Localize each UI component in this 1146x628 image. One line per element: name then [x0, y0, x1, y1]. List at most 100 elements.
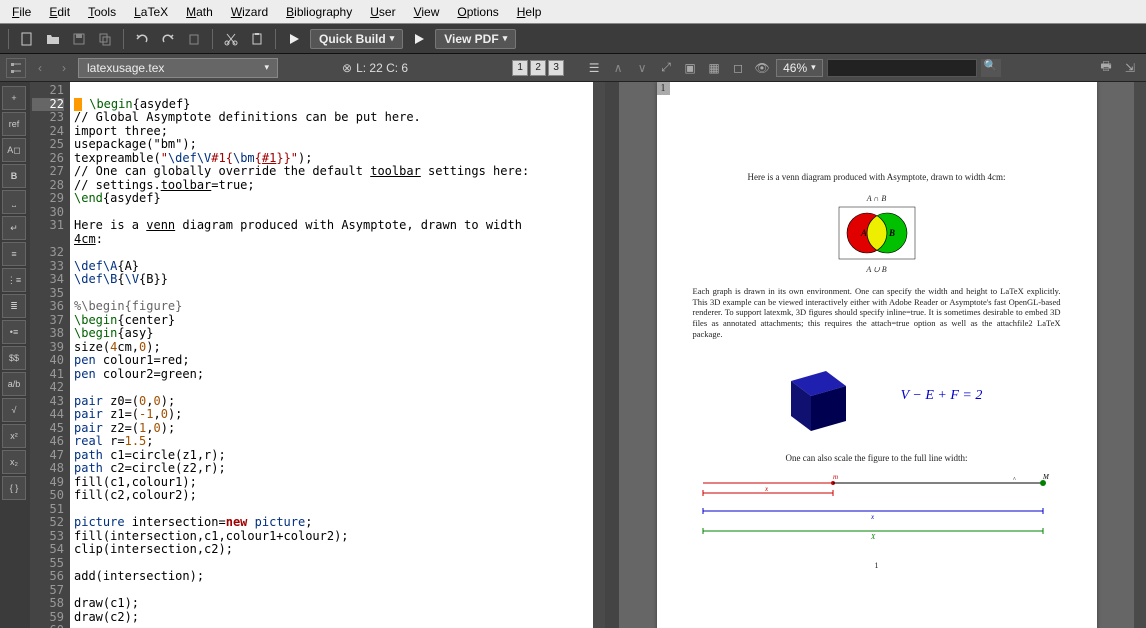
code-editor[interactable]: \begin{asydef}// Global Asymptote defini… — [70, 82, 593, 628]
nav-fwd-icon[interactable]: › — [54, 58, 74, 78]
code-line[interactable]: pair z0=(0,0); — [74, 395, 589, 409]
menu-tools[interactable]: Tools — [80, 3, 124, 21]
save-icon[interactable] — [69, 29, 89, 49]
emph-icon[interactable]: ⎵ — [2, 190, 26, 214]
fit-icon[interactable]: ⤢ — [656, 58, 676, 78]
pdf-preview[interactable]: 1 Here is a venn diagram produced with A… — [619, 82, 1134, 628]
code-line[interactable] — [74, 381, 589, 395]
code-line[interactable]: usepackage("bm"); — [74, 138, 589, 152]
code-line[interactable]: picture intersection=new picture; — [74, 516, 589, 530]
menu-latex[interactable]: LaTeX — [126, 3, 176, 21]
code-line[interactable] — [74, 503, 589, 517]
crop1-icon[interactable]: ▣ — [680, 58, 700, 78]
code-line[interactable] — [74, 557, 589, 571]
cut-icon[interactable] — [221, 29, 241, 49]
list2-icon[interactable]: ⋮≡ — [2, 268, 26, 292]
code-line[interactable]: texpreamble("\def\V#1{\bm{#1}}"); — [74, 152, 589, 166]
open-icon[interactable] — [43, 29, 63, 49]
code-line[interactable]: real r=1.5; — [74, 435, 589, 449]
code-line[interactable]: \def\B{\V{B}} — [74, 273, 589, 287]
list1-icon[interactable]: ≡ — [2, 242, 26, 266]
eye-icon[interactable]: 👁 — [752, 58, 772, 78]
search-input[interactable] — [827, 59, 977, 77]
item-icon[interactable]: •≡ — [2, 320, 26, 344]
code-line[interactable]: // settings.toolbar=true; — [74, 179, 589, 193]
copy-icon[interactable] — [95, 29, 115, 49]
paste-icon[interactable] — [247, 29, 267, 49]
newline-icon[interactable]: ↵ — [2, 216, 26, 240]
zoom-dropdown[interactable]: 46% — [776, 59, 823, 77]
crop2-icon[interactable]: ▦ — [704, 58, 724, 78]
brace-icon[interactable]: { } — [2, 476, 26, 500]
code-line[interactable]: import three; — [74, 125, 589, 139]
code-line[interactable]: // One can globally override the default… — [74, 165, 589, 179]
code-line[interactable]: pair z2=(1,0); — [74, 422, 589, 436]
code-line[interactable]: pen colour2=green; — [74, 368, 589, 382]
menu-edit[interactable]: Edit — [41, 3, 78, 21]
play-icon-2[interactable] — [409, 29, 429, 49]
code-line[interactable]: clip(intersection,c2); — [74, 543, 589, 557]
code-line[interactable] — [74, 584, 589, 598]
menu-wizard[interactable]: Wizard — [223, 3, 276, 21]
frac-icon[interactable]: a/b — [2, 372, 26, 396]
code-line[interactable]: pen colour1=red; — [74, 354, 589, 368]
preview-scrollbar[interactable] — [1134, 82, 1146, 628]
menu-view[interactable]: View — [406, 3, 448, 21]
down-icon[interactable]: ∨ — [632, 58, 652, 78]
sqrt-icon[interactable]: √ — [2, 398, 26, 422]
play-icon[interactable] — [284, 29, 304, 49]
redo-icon[interactable] — [158, 29, 178, 49]
menu-options[interactable]: Options — [449, 3, 506, 21]
code-line[interactable]: // Global Asymptote definitions can be p… — [74, 111, 589, 125]
code-line[interactable]: add(intersection); — [74, 570, 589, 584]
code-line[interactable]: Here is a venn diagram produced with Asy… — [74, 219, 589, 246]
code-line[interactable]: size(4cm,0); — [74, 341, 589, 355]
crop3-icon[interactable]: ◻ — [728, 58, 748, 78]
code-line[interactable] — [74, 246, 589, 260]
sub-icon[interactable]: x₂ — [2, 450, 26, 474]
page-1-btn[interactable]: 1 — [512, 60, 528, 76]
structure-icon[interactable] — [6, 58, 26, 78]
code-line[interactable]: \end{asydef} — [74, 192, 589, 206]
expand-icon[interactable]: ⇲ — [1120, 58, 1140, 78]
code-line[interactable]: \begin{asydef} — [74, 98, 589, 112]
print-icon[interactable]: 🖶 — [1096, 58, 1116, 78]
ref-icon[interactable]: ref — [2, 112, 26, 136]
undo-icon[interactable] — [132, 29, 152, 49]
menu-bibliography[interactable]: Bibliography — [278, 3, 360, 21]
close-icon[interactable]: ⊗ — [342, 61, 352, 75]
part-icon[interactable]: + — [2, 86, 26, 110]
sup-icon[interactable]: x² — [2, 424, 26, 448]
dollar-icon[interactable]: $$ — [2, 346, 26, 370]
code-line[interactable] — [74, 287, 589, 301]
search-button[interactable]: 🔍 — [981, 59, 1001, 77]
code-line[interactable]: path c1=circle(z1,r); — [74, 449, 589, 463]
nav-back-icon[interactable]: ‹ — [30, 58, 50, 78]
up-icon[interactable]: ∧ — [608, 58, 628, 78]
clipboard-icon[interactable] — [184, 29, 204, 49]
code-line[interactable]: draw(c2); — [74, 611, 589, 625]
code-line[interactable]: \begin{asy} — [74, 327, 589, 341]
file-dropdown[interactable]: latexusage.tex — [78, 58, 278, 78]
menu-math[interactable]: Math — [178, 3, 221, 21]
code-line[interactable]: pair z1=(-1,0); — [74, 408, 589, 422]
menu-help[interactable]: Help — [509, 3, 550, 21]
page-2-btn[interactable]: 2 — [530, 60, 546, 76]
label-icon[interactable]: A◻ — [2, 138, 26, 162]
bold-icon[interactable]: B — [2, 164, 26, 188]
view-pdf-dropdown[interactable]: View PDF — [435, 29, 516, 49]
code-line[interactable] — [74, 206, 589, 220]
list-icon[interactable]: ☰ — [584, 58, 604, 78]
page-3-btn[interactable]: 3 — [548, 60, 564, 76]
code-line[interactable]: %\begin{figure} — [74, 300, 589, 314]
editor-scrollbar[interactable] — [593, 82, 605, 628]
new-doc-icon[interactable] — [17, 29, 37, 49]
code-line[interactable]: fill(intersection,c1,colour1+colour2); — [74, 530, 589, 544]
code-line[interactable]: path c2=circle(z2,r); — [74, 462, 589, 476]
code-line[interactable]: \def\A{A} — [74, 260, 589, 274]
code-line[interactable]: \begin{center} — [74, 314, 589, 328]
code-line[interactable] — [74, 624, 589, 628]
quick-build-dropdown[interactable]: Quick Build — [310, 29, 403, 49]
menu-user[interactable]: User — [362, 3, 403, 21]
code-line[interactable] — [74, 84, 589, 98]
